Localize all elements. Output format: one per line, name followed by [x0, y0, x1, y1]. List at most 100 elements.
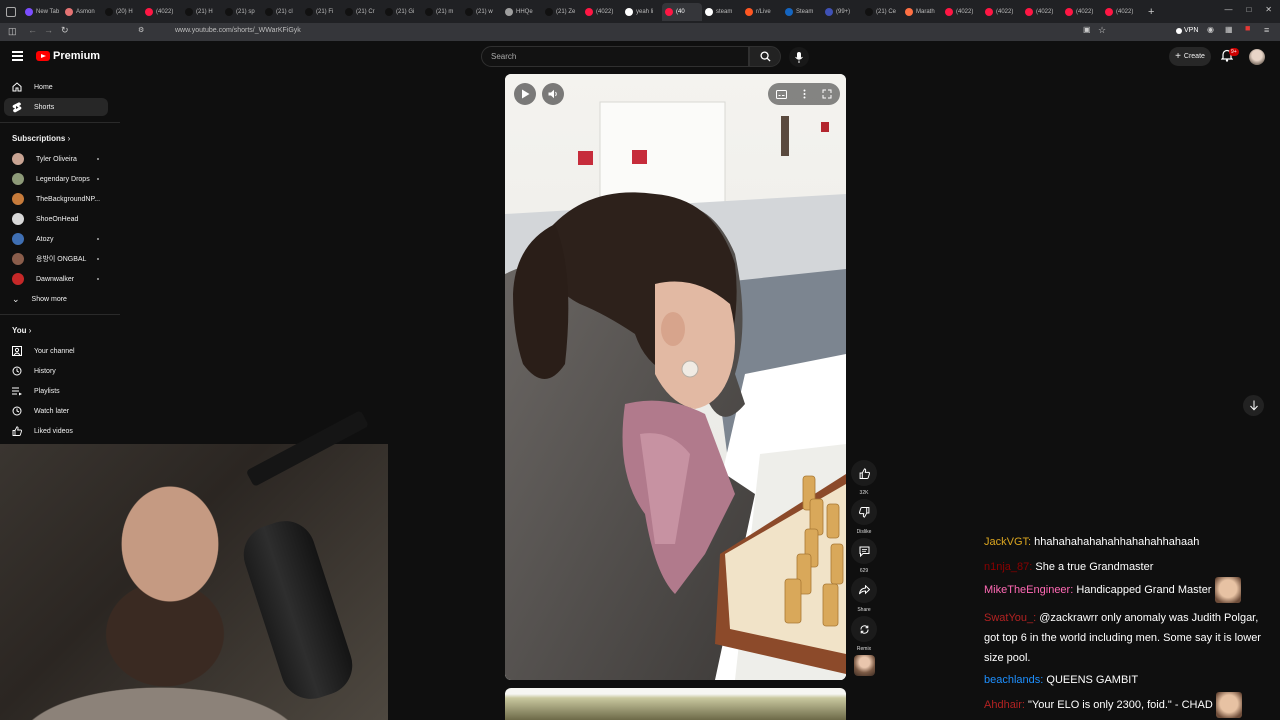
- new-tab-button[interactable]: +: [1148, 6, 1154, 18]
- reload-icon[interactable]: ↻: [61, 25, 69, 36]
- browser-tab[interactable]: Marath: [902, 3, 942, 21]
- sound-source-thumbnail[interactable]: [854, 655, 875, 676]
- fullscreen-icon[interactable]: [822, 89, 832, 99]
- sidebar-item-shorts[interactable]: Shorts: [4, 98, 108, 116]
- sidebar-item-home[interactable]: Home: [4, 78, 108, 96]
- you-header[interactable]: You ›: [12, 326, 31, 335]
- browser-tab[interactable]: (21) Fi: [302, 3, 342, 21]
- show-more-button[interactable]: ⌄ Show more: [4, 290, 108, 308]
- browser-tab[interactable]: (99+): [822, 3, 862, 21]
- browser-tab[interactable]: (40: [662, 2, 702, 21]
- browser-tab[interactable]: (21) H: [182, 3, 222, 21]
- extensions-icon[interactable]: ▦: [1225, 25, 1233, 34]
- browser-tab[interactable]: (21) Ce: [862, 3, 902, 21]
- create-button[interactable]: + Create: [1169, 47, 1211, 66]
- volume-button[interactable]: [542, 83, 564, 105]
- browser-tab[interactable]: (20) H: [102, 3, 142, 21]
- sidebar-item-liked-videos[interactable]: Liked videos: [4, 422, 108, 440]
- browser-tab[interactable]: (21) cl: [262, 3, 302, 21]
- bookmark-star-icon[interactable]: ☆: [1098, 25, 1106, 36]
- tab-title: (21) Ze: [556, 8, 576, 15]
- minimize-button[interactable]: —: [1224, 5, 1232, 14]
- shorts-video-player[interactable]: [505, 74, 846, 680]
- maximize-button[interactable]: □: [1246, 5, 1251, 14]
- browser-tab[interactable]: yeah li: [622, 3, 662, 21]
- like-action[interactable]: 32K: [851, 460, 877, 496]
- sidebar-subscription-item[interactable]: Atozy: [4, 230, 108, 248]
- sidebar-subscription-item[interactable]: Tyler Oliveira: [4, 150, 108, 168]
- browser-tab[interactable]: (21) Gi: [382, 3, 422, 21]
- next-short-preview[interactable]: [505, 688, 846, 720]
- browser-tab[interactable]: (4022): [142, 3, 182, 21]
- browser-tab[interactable]: (21) sp: [222, 3, 262, 21]
- sidebar-subscription-item[interactable]: 응방이 ONGBAL: [4, 250, 108, 268]
- sidebar-item-playlists[interactable]: Playlists: [4, 382, 108, 400]
- sidebar-subscription-item[interactable]: Legendary Drops: [4, 170, 108, 188]
- tab-title: (99+): [836, 8, 851, 15]
- browser-tab[interactable]: (4022): [1022, 3, 1062, 21]
- tab-favicon-icon: [745, 7, 753, 16]
- profile-icon[interactable]: ◉: [1207, 25, 1214, 34]
- like-button[interactable]: [851, 460, 877, 486]
- chat-username: JackVGT:: [984, 536, 1032, 548]
- remix-action[interactable]: Remix: [851, 616, 877, 652]
- sidebar-subscription-item[interactable]: TheBackgroundNP...: [4, 190, 108, 208]
- browser-tab[interactable]: r/Live: [742, 3, 782, 21]
- browser-tab[interactable]: (4022): [582, 3, 622, 21]
- subscriptions-header[interactable]: Subscriptions ›: [12, 134, 70, 143]
- channel-avatar: [12, 253, 24, 265]
- browser-tab[interactable]: HHQe: [502, 3, 542, 21]
- sidebar-toggle-icon[interactable]: ◫: [8, 26, 17, 37]
- voice-search-button[interactable]: [789, 47, 809, 67]
- dislike-button[interactable]: [851, 499, 877, 525]
- hamburger-menu-icon[interactable]: [12, 51, 23, 61]
- browser-tab[interactable]: (4022): [1062, 3, 1102, 21]
- extension-badge-icon[interactable]: ■: [1245, 23, 1250, 33]
- browser-tab[interactable]: (4022): [982, 3, 1022, 21]
- browser-tab[interactable]: (4022): [1102, 3, 1142, 21]
- search-button[interactable]: [749, 46, 781, 67]
- vpn-button[interactable]: VPN: [1176, 27, 1198, 34]
- browser-tab[interactable]: (21) Cr: [342, 3, 382, 21]
- browser-tab[interactable]: Asmon: [62, 3, 102, 21]
- share-action[interactable]: Share: [851, 577, 877, 613]
- search-input[interactable]: Search: [481, 46, 749, 67]
- tab-actions-icon[interactable]: [6, 6, 16, 17]
- forward-icon[interactable]: →: [44, 25, 53, 35]
- sidebar-subscription-item[interactable]: ShoeOnHead: [4, 210, 108, 228]
- browser-tab[interactable]: (21) Ze: [542, 3, 582, 21]
- browser-tab[interactable]: steam: [702, 3, 742, 21]
- next-short-button[interactable]: [1243, 395, 1264, 416]
- sidebar-subscription-item[interactable]: Dawnwalker: [4, 270, 108, 288]
- account-avatar[interactable]: [1249, 49, 1265, 65]
- close-window-button[interactable]: ✕: [1265, 5, 1272, 14]
- chat-text: Handicapped Grand Master: [1076, 583, 1212, 596]
- browser-tab[interactable]: (21) w: [462, 3, 502, 21]
- remix-label: Remix: [856, 646, 872, 652]
- remix-button[interactable]: [851, 616, 877, 642]
- sidebar-item-watch-later[interactable]: Watch later: [4, 402, 108, 420]
- back-icon[interactable]: ←: [28, 25, 37, 35]
- share-button[interactable]: [851, 577, 877, 603]
- play-button[interactable]: [514, 83, 536, 105]
- more-options-icon[interactable]: [803, 89, 806, 99]
- browser-tab[interactable]: Steam: [782, 3, 822, 21]
- screen-share-icon[interactable]: ▣: [1083, 25, 1091, 34]
- sidebar-item-history[interactable]: History: [4, 362, 108, 380]
- browser-tab[interactable]: (4022): [942, 3, 982, 21]
- chat-emote-icon: [1215, 692, 1242, 718]
- browser-menu-icon[interactable]: ≡: [1264, 25, 1269, 35]
- sidebar-item-your-channel[interactable]: Your channel: [4, 342, 108, 360]
- captions-icon[interactable]: [776, 89, 787, 99]
- site-info-icon[interactable]: ⚙: [138, 26, 144, 34]
- youtube-premium-logo[interactable]: Premium: [36, 50, 100, 62]
- tab-favicon-icon: [65, 7, 73, 16]
- browser-tab[interactable]: (21) m: [422, 3, 462, 21]
- url-text[interactable]: www.youtube.com/shorts/_WWarKFiGyk: [175, 27, 301, 34]
- comments-button[interactable]: [851, 538, 877, 564]
- playlists-icon: [12, 387, 22, 396]
- browser-tab[interactable]: New Tab: [22, 3, 62, 21]
- dislike-action[interactable]: Dislike: [851, 499, 877, 535]
- comment-count: 629: [859, 568, 869, 574]
- comments-action[interactable]: 629: [851, 538, 877, 574]
